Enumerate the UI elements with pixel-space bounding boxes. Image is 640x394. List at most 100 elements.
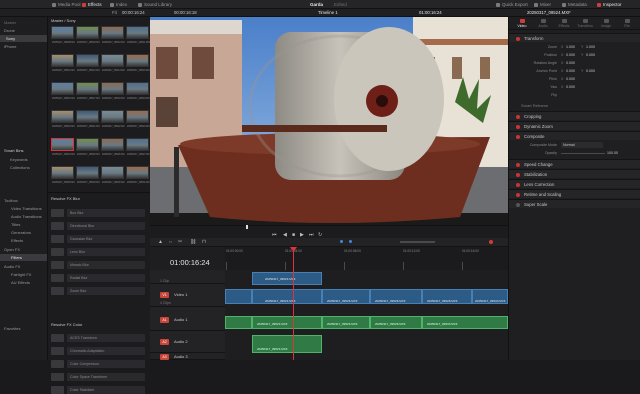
v1-clip[interactable]: 20250317_09524.MXF: [252, 289, 322, 304]
toolbox-effects[interactable]: Effects: [11, 237, 53, 244]
link-icon[interactable]: ⛓: [190, 239, 196, 245]
open-fx-header[interactable]: Open FX: [4, 246, 46, 253]
media-pool-clip-thumbnail[interactable]: 20250317_09516.MXF: [51, 82, 75, 100]
effect-item[interactable]: Zoom Blur: [67, 287, 145, 295]
timeline-viewer[interactable]: [150, 17, 508, 225]
media-pool-clip-thumbnail[interactable]: 20250317_09509.MXF: [76, 26, 100, 44]
a2-track-tag[interactable]: A2: [160, 339, 169, 345]
selection-tool-icon[interactable]: ▲: [158, 239, 163, 245]
media-pool-clip-thumbnail[interactable]: 20250317_09524.MXF: [51, 138, 75, 156]
stabilization-section[interactable]: Stabilization: [509, 169, 640, 178]
metadata-tab[interactable]: Metadata: [562, 0, 587, 9]
effect-item[interactable]: Gaussian Blur: [67, 235, 145, 243]
effects-tab[interactable]: Effects: [82, 0, 102, 9]
media-pool-tab[interactable]: Media Pool: [52, 0, 81, 9]
cropping-section[interactable]: Cropping: [509, 111, 640, 120]
open-fx-filters[interactable]: Filters: [0, 254, 47, 261]
flag-blue-icon[interactable]: [340, 240, 343, 243]
media-pool-clip-thumbnail[interactable]: 20250317_09523.MXF: [126, 110, 150, 128]
media-pool-clip-thumbnail[interactable]: 20250317_09517.MXF: [76, 82, 100, 100]
effect-item[interactable]: Color Compressor: [67, 360, 145, 368]
effect-item[interactable]: Color Space Transform: [67, 373, 145, 381]
effect-item[interactable]: Box Blur: [67, 209, 145, 217]
composite-mode-select[interactable]: Normal: [561, 142, 603, 148]
media-pool-clip-thumbnail[interactable]: 20250317_09520.MXF: [51, 110, 75, 128]
audio-fx-header[interactable]: Audio FX: [4, 263, 46, 270]
record-icon[interactable]: [489, 240, 493, 244]
a1-clip[interactable]: 20250317_09526.MXF: [322, 316, 370, 329]
v1-clip[interactable]: 20250317_09526.MXF: [322, 289, 370, 304]
effect-item[interactable]: ACES Transform: [67, 334, 145, 342]
media-pool-clip-thumbnail[interactable]: 20250317_09525.MXF: [76, 138, 100, 156]
a1-clip[interactable]: 20250317_09524.MXF: [252, 316, 322, 329]
toolbox-header[interactable]: Toolbox: [4, 197, 46, 204]
media-pool-clip-thumbnail[interactable]: 20250317_09528.MXF: [51, 166, 75, 184]
media-pool-clip-thumbnail[interactable]: 20250317_09531.MXF: [126, 166, 150, 184]
inspector-tab[interactable]: Audio: [534, 19, 552, 28]
media-pool-clip-thumbnail[interactable]: 20250317_09529.MXF: [76, 166, 100, 184]
media-pool-clip-thumbnail[interactable]: 20250317_09510.MXF: [101, 26, 125, 44]
effect-item[interactable]: Radial Blur: [67, 274, 145, 282]
v1-clip[interactable]: [225, 289, 252, 304]
bin-iphone[interactable]: iPhone: [4, 43, 46, 50]
speed-change-section[interactable]: Speed Change: [509, 159, 640, 168]
inspector-tab[interactable]: Image: [597, 19, 615, 28]
transform-y-value[interactable]: 0.000: [586, 52, 595, 59]
toolbox-generators[interactable]: Generators: [11, 229, 53, 236]
bin-drone[interactable]: Drone: [4, 27, 46, 34]
media-pool-clip-thumbnail[interactable]: 20250317_09526.MXF: [101, 138, 125, 156]
lens-correction-section[interactable]: Lens Correction: [509, 179, 640, 188]
transform-toggle-icon[interactable]: [516, 37, 520, 41]
transform-x-value[interactable]: 0.000: [566, 52, 575, 59]
transform-y-value[interactable]: 1.000: [586, 44, 595, 51]
media-pool-clip-thumbnail[interactable]: 20250317_09530.MXF: [101, 166, 125, 184]
effect-item[interactable]: Chromatic Adaptation: [67, 347, 145, 355]
playhead[interactable]: [293, 247, 294, 360]
transform-x-value[interactable]: 0.000: [566, 84, 575, 91]
fit-zoom-dropdown[interactable]: Fit: [112, 9, 117, 17]
toolbox-audio-transitions[interactable]: Audio Transitions: [11, 213, 53, 220]
blade-tool-icon[interactable]: ✂: [178, 239, 182, 245]
trim-tool-icon[interactable]: ⇔: [168, 239, 173, 245]
effect-item[interactable]: Color Stabilizer: [67, 386, 145, 394]
effect-item[interactable]: Lens Blur: [67, 248, 145, 256]
transform-x-value[interactable]: 0.000: [566, 68, 575, 75]
media-pool-clip-thumbnail[interactable]: 20250317_09519.MXF: [126, 82, 150, 100]
v2-clip[interactable]: 20250317_09524.MXF: [252, 272, 322, 285]
mixer-tab[interactable]: Mixer: [534, 0, 551, 9]
inspector-tab[interactable]: Inspector: [597, 0, 622, 9]
media-pool-clip-thumbnail[interactable]: 20250317_09514.MXF: [101, 54, 125, 72]
a2-clip[interactable]: 20250317_09524.MXF: [252, 335, 322, 353]
effect-item[interactable]: Directional Blur: [67, 222, 145, 230]
a1-track-tag[interactable]: A1: [160, 317, 169, 323]
opacity-slider[interactable]: [561, 153, 605, 154]
index-tab[interactable]: Index: [110, 0, 127, 9]
timeline-ruler[interactable]: 01:00:00:0001:00:04:0001:00:08:0001:00:1…: [225, 247, 538, 270]
bin-sony[interactable]: Sony: [0, 35, 47, 42]
transform-x-value[interactable]: 0.000: [566, 60, 575, 67]
retime-scaling-section[interactable]: Retime and Scaling: [509, 189, 640, 198]
toolbox-titles[interactable]: Titles: [11, 221, 53, 228]
media-pool-clip-thumbnail[interactable]: 20250317_09511.MXF: [126, 26, 150, 44]
composite-section[interactable]: Composite: [509, 131, 640, 140]
a1-clip[interactable]: 20250317_09528.MXF: [370, 316, 422, 329]
effect-item[interactable]: Mosaic Blur: [67, 261, 145, 269]
marker-blue-icon[interactable]: [349, 240, 352, 243]
opacity-value[interactable]: 100.00: [607, 150, 618, 157]
toolbox-video-transitions[interactable]: Video Transitions: [11, 205, 53, 212]
transform-x-value[interactable]: 0.000: [566, 76, 575, 83]
snap-icon[interactable]: ⊓: [202, 239, 206, 245]
media-pool-clip-thumbnail[interactable]: 20250317_09521.MXF: [76, 110, 100, 128]
transform-y-value[interactable]: 0.000: [586, 68, 595, 75]
inspector-tab[interactable]: Video: [513, 19, 531, 28]
audio-fx-au[interactable]: AU Effects: [11, 279, 53, 286]
inspector-tab[interactable]: File: [618, 19, 636, 28]
media-pool-clip-thumbnail[interactable]: 20250317_09508.MXF: [51, 26, 75, 44]
media-pool-clip-thumbnail[interactable]: 20250317_09527.MXF: [126, 138, 150, 156]
super-scale-section[interactable]: Super Scale: [509, 199, 640, 208]
favorites-header[interactable]: Favorites: [4, 325, 46, 332]
audio-fx-fairlight[interactable]: Fairlight FX: [11, 271, 53, 278]
zoom-slider[interactable]: [400, 241, 435, 243]
scrubber-handle[interactable]: [246, 225, 248, 229]
v1-track-tag[interactable]: V1: [160, 292, 169, 298]
